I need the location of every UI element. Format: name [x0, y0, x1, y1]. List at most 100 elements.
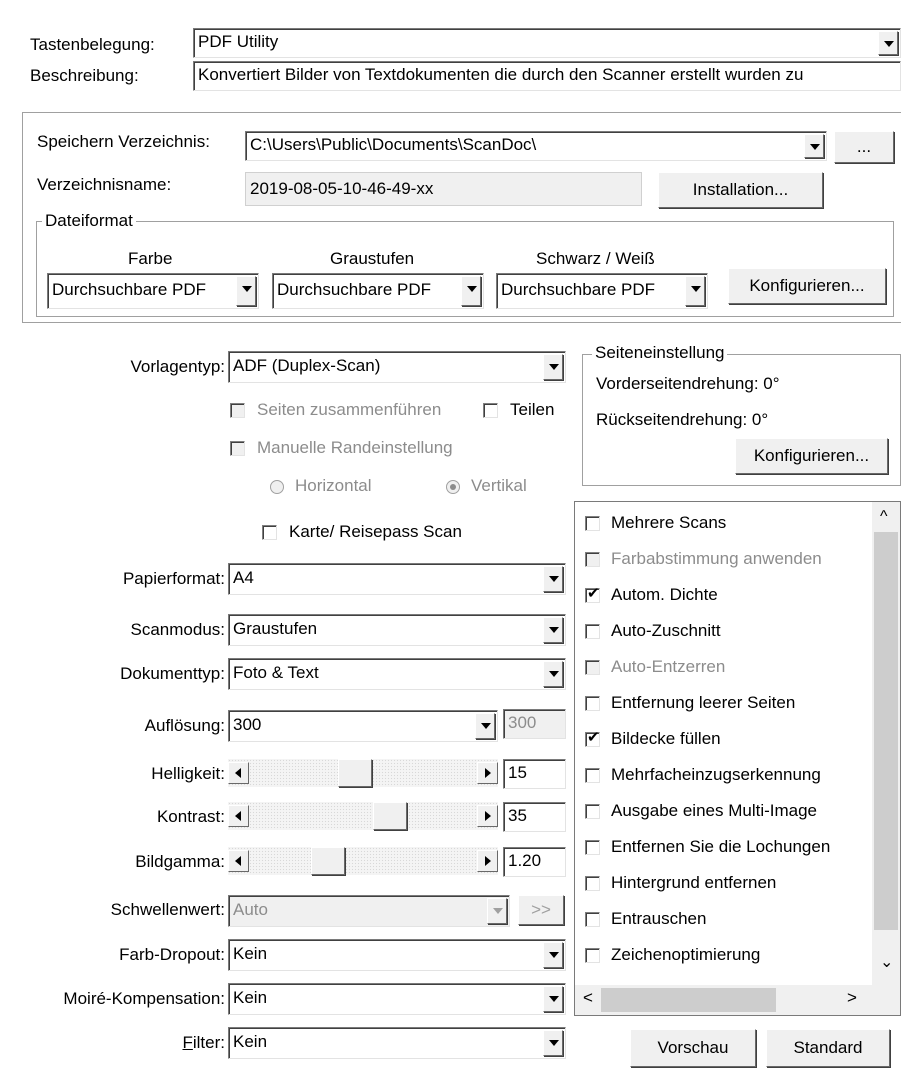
- preview-button[interactable]: Vorschau: [630, 1029, 756, 1067]
- divider: [22, 322, 901, 323]
- template-type-value: ADF (Duplex-Scan): [233, 356, 381, 375]
- paper-size-select[interactable]: A4: [228, 563, 566, 595]
- option-label: Mehrere Scans: [611, 513, 727, 532]
- horizontal-radio[interactable]: [270, 480, 284, 494]
- default-button[interactable]: Standard: [766, 1029, 890, 1067]
- contrast-increase-button[interactable]: [477, 805, 498, 827]
- brightness-value-field[interactable]: 15: [503, 759, 566, 789]
- filter-value: Kein: [233, 1032, 268, 1051]
- grayscale-format-select[interactable]: Durchsuchbare PDF: [272, 273, 484, 309]
- template-type-select[interactable]: ADF (Duplex-Scan): [228, 351, 566, 383]
- option-label: Auto-Zuschnitt: [611, 621, 721, 640]
- options-horizontal-scroll-thumb[interactable]: [601, 988, 776, 1012]
- gamma-value-field[interactable]: 1.20: [503, 847, 566, 877]
- threshold-select[interactable]: Auto: [228, 895, 510, 927]
- option-checkbox[interactable]: [585, 948, 600, 963]
- options-horizontal-scrollbar[interactable]: < >: [575, 985, 872, 1015]
- option-checkbox[interactable]: ✔: [585, 585, 600, 603]
- bw-format-dropdown-button[interactable]: [685, 276, 705, 306]
- scan-mode-label: Scanmodus:: [130, 620, 226, 639]
- options-vertical-scroll-thumb[interactable]: [874, 532, 898, 930]
- option-label: Bildecke füllen: [611, 729, 721, 748]
- color-format-label: Farbe: [128, 249, 173, 268]
- grayscale-format-dropdown-button[interactable]: [461, 276, 481, 306]
- back-rotation-text: Rückseitendrehung: 0°: [596, 410, 769, 429]
- gamma-increase-button[interactable]: [477, 850, 498, 872]
- browse-button[interactable]: ...: [834, 131, 894, 163]
- color-format-dropdown-button[interactable]: [236, 276, 256, 306]
- color-format-select[interactable]: Durchsuchbare PDF: [47, 273, 259, 309]
- document-type-value: Foto & Text: [233, 663, 319, 682]
- option-checkbox[interactable]: [585, 804, 600, 819]
- brightness-slider-thumb[interactable]: [338, 759, 372, 787]
- filter-label-accelerator: F: [182, 1033, 193, 1052]
- gamma-label: Bildgamma:: [135, 852, 225, 871]
- option-checkbox[interactable]: [585, 840, 600, 855]
- option-checkbox[interactable]: [585, 912, 600, 927]
- vertical-radio[interactable]: [446, 480, 460, 494]
- installation-button[interactable]: Installation...: [658, 172, 823, 208]
- option-checkbox[interactable]: [585, 876, 600, 891]
- option-checkbox[interactable]: [585, 696, 600, 711]
- color-dropout-dropdown-button[interactable]: [543, 942, 563, 968]
- options-vertical-scrollbar[interactable]: ^ ⌄: [872, 502, 900, 985]
- option-checkbox[interactable]: [585, 516, 600, 531]
- gamma-slider[interactable]: [228, 847, 498, 875]
- save-directory-select[interactable]: C:\Users\Public\Documents\ScanDoc\: [245, 131, 827, 161]
- color-dropout-select[interactable]: Kein: [228, 939, 566, 971]
- option-label: Auto-Entzerren: [611, 657, 726, 676]
- option-label: Entfernen Sie die Lochungen: [611, 837, 831, 856]
- paper-size-label: Papierformat:: [122, 569, 225, 588]
- scroll-left-icon[interactable]: <: [583, 988, 593, 1008]
- option-checkbox[interactable]: [585, 768, 600, 783]
- options-list[interactable]: Mehrere Scans Farbabstimmung anwenden ✔ Aut…: [574, 501, 901, 1016]
- split-checkbox[interactable]: [483, 403, 498, 418]
- card-passport-scan-checkbox[interactable]: [262, 525, 277, 540]
- filter-label: Filter:: [40, 1032, 225, 1054]
- resolution-dropdown-button[interactable]: [475, 713, 495, 739]
- page-settings-configure-button[interactable]: Konfigurieren...: [735, 438, 888, 474]
- bw-format-select[interactable]: Durchsuchbare PDF: [496, 273, 708, 309]
- scroll-right-icon[interactable]: >: [847, 988, 857, 1008]
- moire-compensation-select[interactable]: Kein: [228, 983, 566, 1015]
- manual-margin-checkbox[interactable]: [230, 441, 245, 456]
- option-checkbox[interactable]: [585, 552, 600, 567]
- option-checkbox[interactable]: ✔: [585, 729, 600, 747]
- document-type-dropdown-button[interactable]: [543, 661, 563, 687]
- scan-mode-select[interactable]: Graustufen: [228, 614, 566, 646]
- moire-compensation-label: Moiré-Kompensation:: [63, 989, 225, 1008]
- merge-pages-checkbox[interactable]: [230, 403, 245, 418]
- filter-dropdown-button[interactable]: [543, 1030, 563, 1056]
- file-format-configure-button[interactable]: Konfigurieren...: [728, 268, 886, 304]
- contrast-slider[interactable]: [228, 802, 498, 830]
- checkmark-icon: ✔: [587, 729, 600, 746]
- template-type-dropdown-button[interactable]: [543, 354, 563, 380]
- moire-compensation-dropdown-button[interactable]: [543, 986, 563, 1012]
- option-checkbox[interactable]: [585, 660, 600, 675]
- gamma-slider-thumb[interactable]: [311, 847, 345, 875]
- contrast-decrease-button[interactable]: [228, 805, 249, 827]
- gamma-decrease-button[interactable]: [228, 850, 249, 872]
- key-assignment-dropdown-button[interactable]: [878, 31, 898, 55]
- brightness-decrease-button[interactable]: [228, 762, 249, 784]
- save-directory-dropdown-button[interactable]: [804, 134, 824, 158]
- brightness-slider[interactable]: [228, 759, 498, 787]
- description-value: Konvertiert Bilder von Textdokumenten di…: [198, 65, 804, 84]
- threshold-value: Auto: [233, 900, 268, 919]
- resolution-select[interactable]: 300: [228, 710, 498, 742]
- paper-size-dropdown-button[interactable]: [543, 566, 563, 592]
- threshold-dropdown-button[interactable]: [487, 898, 507, 924]
- option-checkbox[interactable]: [585, 624, 600, 639]
- resolution-value: 300: [233, 715, 262, 734]
- brightness-increase-button[interactable]: [477, 762, 498, 784]
- key-assignment-select[interactable]: PDF Utility: [193, 28, 901, 58]
- scroll-down-icon[interactable]: ⌄: [880, 952, 893, 972]
- filter-select[interactable]: Kein: [228, 1027, 566, 1059]
- scan-mode-dropdown-button[interactable]: [543, 617, 563, 643]
- contrast-slider-thumb[interactable]: [373, 802, 407, 830]
- option-label: Farbabstimmung anwenden: [611, 549, 822, 568]
- scroll-up-icon[interactable]: ^: [880, 508, 888, 526]
- threshold-more-button[interactable]: >>: [518, 895, 564, 925]
- document-type-select[interactable]: Foto & Text: [228, 658, 566, 690]
- contrast-value-field[interactable]: 35: [503, 802, 566, 832]
